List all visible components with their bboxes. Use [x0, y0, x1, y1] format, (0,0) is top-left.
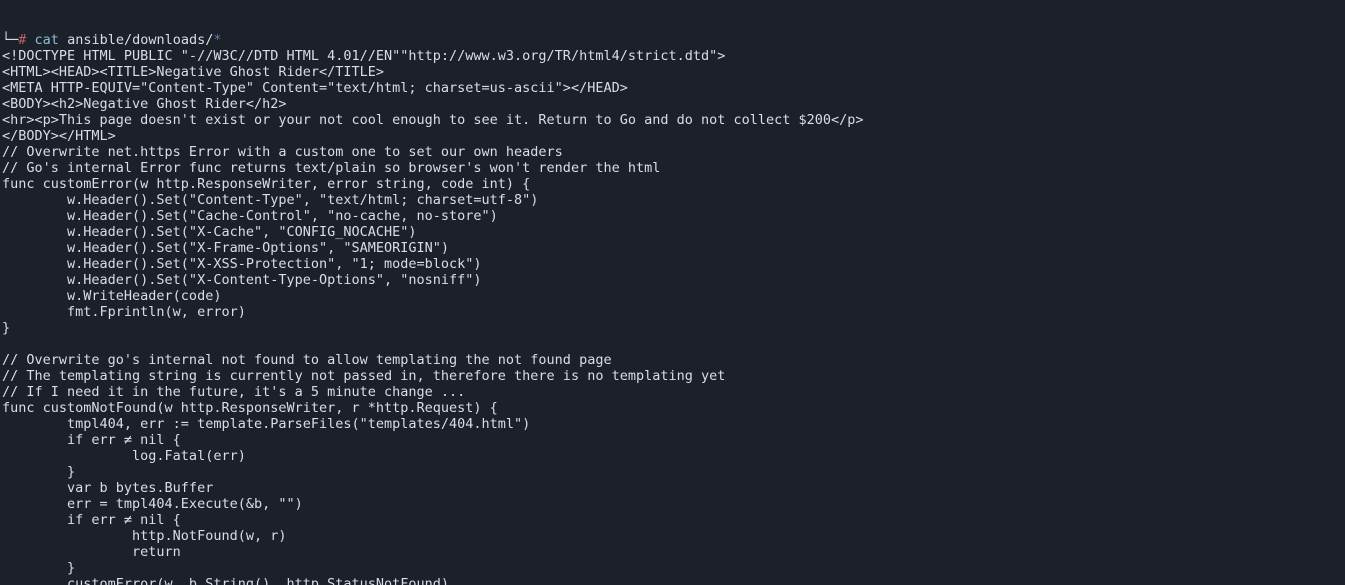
output-line: <hr><p>This page doesn't exist or your n…	[2, 112, 1343, 128]
output-line: // Go's internal Error func returns text…	[2, 160, 1343, 176]
output-line: // Overwrite net.https Error with a cust…	[2, 144, 1343, 160]
prompt-tree: └─	[2, 32, 18, 48]
output-line: customError(w, b.String(), http.StatusNo…	[2, 576, 1343, 585]
output-line: <HTML><HEAD><TITLE>Negative Ghost Rider<…	[2, 64, 1343, 80]
prompt-hash: #	[18, 32, 26, 48]
output-line	[2, 336, 1343, 352]
glob-star: *	[213, 32, 221, 48]
output-line: err = tmpl404.Execute(&b, "")	[2, 496, 1343, 512]
output-line: return	[2, 544, 1343, 560]
output-line: w.Header().Set("X-Content-Type-Options",…	[2, 272, 1343, 288]
output-line: <!DOCTYPE HTML PUBLIC "-//W3C//DTD HTML …	[2, 48, 1343, 64]
output-line: fmt.Fprintln(w, error)	[2, 304, 1343, 320]
output-line: </BODY></HTML>	[2, 128, 1343, 144]
output-line: }	[2, 320, 1343, 336]
output-line: w.Header().Set("Cache-Control", "no-cach…	[2, 208, 1343, 224]
output-line: }	[2, 560, 1343, 576]
output-line: var b bytes.Buffer	[2, 480, 1343, 496]
output-line: w.WriteHeader(code)	[2, 288, 1343, 304]
output-line: <META HTTP-EQUIV="Content-Type" Content=…	[2, 80, 1343, 96]
output-line: func customError(w http.ResponseWriter, …	[2, 176, 1343, 192]
command-output: <!DOCTYPE HTML PUBLIC "-//W3C//DTD HTML …	[2, 48, 1343, 585]
output-line: if err ≠ nil {	[2, 432, 1343, 448]
output-line: w.Header().Set("X-Cache", "CONFIG_NOCACH…	[2, 224, 1343, 240]
output-line: w.Header().Set("Content-Type", "text/htm…	[2, 192, 1343, 208]
output-line: // Overwrite go's internal not found to …	[2, 352, 1343, 368]
output-line: }	[2, 464, 1343, 480]
output-line: http.NotFound(w, r)	[2, 528, 1343, 544]
output-line: w.Header().Set("X-XSS-Protection", "1; m…	[2, 256, 1343, 272]
output-line: log.Fatal(err)	[2, 448, 1343, 464]
command: cat	[35, 32, 59, 48]
output-line: if err ≠ nil {	[2, 512, 1343, 528]
output-line: tmpl404, err := template.ParseFiles("tem…	[2, 416, 1343, 432]
output-line: <BODY><h2>Negative Ghost Rider</h2>	[2, 96, 1343, 112]
output-line: // The templating string is currently no…	[2, 368, 1343, 384]
prompt-line: └─# cat ansible/downloads/*	[2, 32, 1343, 48]
output-line: // If I need it in the future, it's a 5 …	[2, 384, 1343, 400]
output-line: func customNotFound(w http.ResponseWrite…	[2, 400, 1343, 416]
output-line: w.Header().Set("X-Frame-Options", "SAMEO…	[2, 240, 1343, 256]
terminal[interactable]: └─# cat ansible/downloads/*<!DOCTYPE HTM…	[0, 0, 1345, 585]
command-arg: ansible/downloads/	[67, 32, 213, 48]
